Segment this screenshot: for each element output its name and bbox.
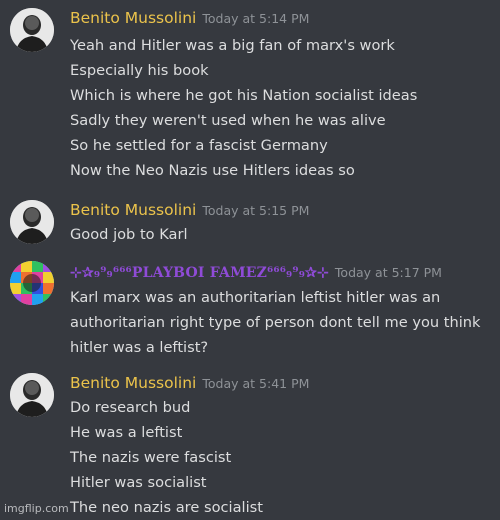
message-line: Hitler was socialist — [70, 474, 207, 491]
message-line: Which is where he got his Nation sociali… — [70, 87, 418, 104]
message-header: Benito Mussolini Today at 5:14 PM — [70, 8, 309, 27]
timestamp: Today at 5:15 PM — [202, 203, 310, 218]
avatar[interactable] — [10, 373, 54, 417]
message-line: authoritarian right type of person dont … — [70, 314, 481, 331]
message-line: He was a leftist — [70, 424, 183, 441]
message-line: Yeah and Hitler was a big fan of marx's … — [70, 37, 395, 54]
message-body: Karl marx was an authoritarian leftist h… — [70, 285, 481, 360]
message-line: Now the Neo Nazis use Hitlers ideas so — [70, 162, 355, 179]
message-line: So he settled for a fascist Germany — [70, 137, 328, 154]
message-line: The nazis were fascist — [70, 449, 232, 466]
message-line: Especially his book — [70, 62, 209, 79]
message-header: Benito Mussolini Today at 5:41 PM — [70, 373, 309, 392]
username[interactable]: ⊹✰₉⁹₉⁶⁶⁶PLAYBOI FAMEZ⁶⁶⁶₉⁹₉✰⊹ — [70, 265, 329, 281]
avatar[interactable] — [10, 8, 54, 52]
message-line: Good job to Karl — [70, 226, 188, 243]
message-line: hitler was a leftist? — [70, 339, 209, 356]
bald-man-avatar-icon — [10, 373, 54, 417]
timestamp: Today at 5:17 PM — [334, 265, 442, 280]
message-line: Sadly they weren't used when he was aliv… — [70, 112, 386, 129]
timestamp: Today at 5:41 PM — [202, 376, 310, 391]
message-body: Do research bud He was a leftist The naz… — [70, 395, 263, 520]
bald-man-avatar-icon — [10, 8, 54, 52]
message-body: Yeah and Hitler was a big fan of marx's … — [70, 33, 417, 183]
avatar[interactable] — [10, 261, 54, 305]
message-line: Karl marx was an authoritarian leftist h… — [70, 289, 441, 306]
bald-man-avatar-icon — [10, 200, 54, 244]
username[interactable]: Benito Mussolini — [70, 201, 196, 219]
username[interactable]: Benito Mussolini — [70, 9, 196, 27]
message-line: The neo nazis are socialist — [70, 499, 263, 516]
message-header: ⊹✰₉⁹₉⁶⁶⁶PLAYBOI FAMEZ⁶⁶⁶₉⁹₉✰⊹ Today at 5:… — [70, 262, 442, 281]
message-body: Good job to Karl — [70, 222, 188, 247]
avatar[interactable] — [10, 200, 54, 244]
message-line: Do research bud — [70, 399, 191, 416]
colorful-mosaic-avatar-icon — [10, 261, 54, 305]
timestamp: Today at 5:14 PM — [202, 11, 310, 26]
watermark: imgflip.com — [4, 502, 69, 515]
username[interactable]: Benito Mussolini — [70, 374, 196, 392]
message-header: Benito Mussolini Today at 5:15 PM — [70, 200, 309, 219]
